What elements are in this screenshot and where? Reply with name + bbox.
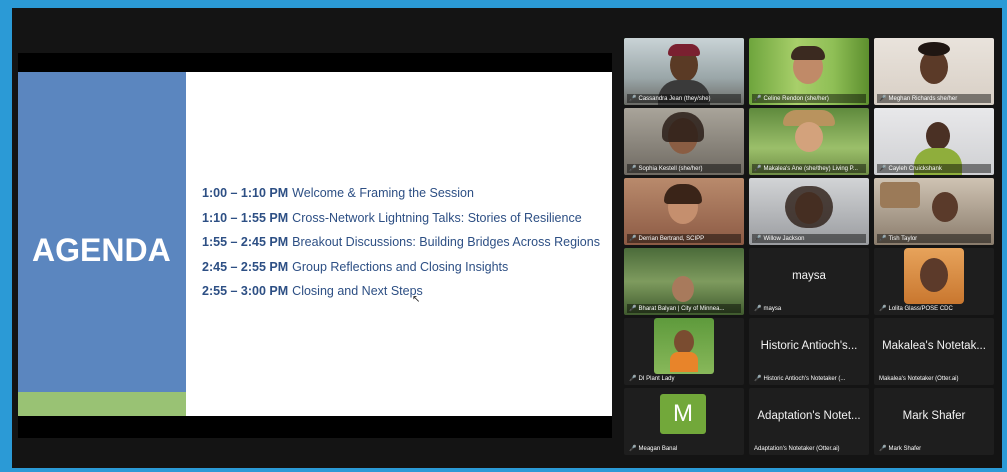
agenda-item: 1:55 – 2:45 PM Breakout Discussions: Buil… <box>202 235 612 260</box>
participant-name: 🎤 Historic Antioch's Notetaker (... <box>754 376 846 382</box>
mic-muted-icon: 🎤 <box>629 236 637 242</box>
mic-muted-icon: 🎤 <box>629 446 637 452</box>
participant-tile[interactable]: 🎤 Bharat Balyan | City of Minnea... <box>624 248 744 315</box>
mic-muted-icon: 🎤 <box>629 166 637 172</box>
agenda-time: 1:55 – 2:45 PM <box>202 235 289 249</box>
slide-green-bar <box>18 392 186 416</box>
participant-tile[interactable]: maysa 🎤 maysa <box>749 248 869 315</box>
participant-tile[interactable]: 🎤 Meghan Richards she/her <box>874 38 994 105</box>
participant-name: 🎤 Tish Taylor <box>877 234 991 243</box>
participant-face <box>926 122 950 150</box>
agenda-item: 2:55 – 3:00 PM Closing and Next Steps <box>202 284 612 309</box>
mic-muted-icon: 🎤 <box>879 166 887 172</box>
participant-tile[interactable]: 🎤 DI Plant Lady <box>624 318 744 385</box>
participant-tile[interactable]: 🎤 Celine Rendon (she/her) <box>749 38 869 105</box>
agenda-item: 2:45 – 2:55 PM Group Reflections and Clos… <box>202 260 612 285</box>
hair-shape <box>662 112 704 142</box>
participant-tile[interactable]: Historic Antioch's... 🎤 Historic Antioch'… <box>749 318 869 385</box>
participant-tile[interactable]: 🎤 Willow Jackson <box>749 178 869 245</box>
participant-tile[interactable]: 🎤 Sophia Kestell (she/her) <box>624 108 744 175</box>
participant-display-name: maysa <box>792 270 826 282</box>
agenda-text: Closing and Next Steps <box>292 284 423 298</box>
participant-name: 🎤 Cayleh Cruickshank <box>877 164 991 173</box>
participant-name: 🎤 Bharat Balyan | City of Minnea... <box>627 304 741 313</box>
mic-muted-icon: 🎤 <box>879 446 887 452</box>
hair-shape <box>791 46 825 60</box>
participant-display-name: Historic Antioch's... <box>760 340 858 352</box>
mic-muted-icon: 🎤 <box>754 96 762 102</box>
zoom-window: AGENDA 1:00 – 1:10 PM Welcome & Framing t… <box>12 8 1002 468</box>
participant-display-name: Makalea's Notetak... <box>882 340 986 352</box>
participant-name: 🎤 Lolita Glass/POSE CDC <box>879 306 953 312</box>
participant-avatar: M <box>660 394 706 434</box>
participant-face <box>795 122 823 152</box>
participant-name: 🎤 Celine Rendon (she/her) <box>752 94 866 103</box>
agenda-item: 1:00 – 1:10 PM Welcome & Framing the Sess… <box>202 186 612 211</box>
mouse-cursor-icon: ↖ <box>412 294 421 305</box>
agenda-text: Cross-Network Lightning Talks: Stories o… <box>292 210 582 225</box>
profile-photo <box>654 318 714 374</box>
participant-tile[interactable]: 🎤 Derrian Bertrand, SCIPP <box>624 178 744 245</box>
mic-muted-icon: 🎤 <box>879 236 887 242</box>
participant-name: 🎤 Makalea's Ane (she/they) Living P... <box>752 164 866 173</box>
participant-name: 🎤 Meghan Richards she/her <box>877 94 991 103</box>
agenda-time: 1:10 – 1:55 PM <box>202 210 289 225</box>
share-letterbox-top <box>18 53 612 72</box>
profile-photo <box>904 248 964 304</box>
participant-name: 🎤 Meagan Banal <box>629 446 678 452</box>
participant-tile[interactable]: 🎤 Cayleh Cruickshank <box>874 108 994 175</box>
participant-tile[interactable]: Mark Shafer 🎤 Mark Shafer <box>874 388 994 455</box>
slide-blue-panel: AGENDA <box>18 72 186 392</box>
mic-muted-icon: 🎤 <box>754 306 762 312</box>
agenda-list: 1:00 – 1:10 PM Welcome & Framing the Sess… <box>202 186 612 309</box>
agenda-text: Breakout Discussions: Building Bridges A… <box>292 235 600 249</box>
share-letterbox-bottom <box>18 416 612 438</box>
slide-title: AGENDA <box>32 232 171 268</box>
agenda-time: 2:55 – 3:00 PM <box>202 284 289 298</box>
participant-tile[interactable]: 🎤 Cassandra Jean (they/she) <box>624 38 744 105</box>
mic-muted-icon: 🎤 <box>879 306 887 312</box>
participant-display-name: Mark Shafer <box>902 410 966 422</box>
participant-tile[interactable]: Makalea's Notetak... Makalea's Notetaker… <box>874 318 994 385</box>
participant-name: 🎤 Mark Shafer <box>879 446 922 452</box>
participant-name: Makalea's Notetaker (Otter.ai) <box>879 376 959 382</box>
participant-tile[interactable]: 🎤 Tish Taylor <box>874 178 994 245</box>
mic-muted-icon: 🎤 <box>754 236 762 242</box>
participant-tile[interactable]: Adaptation's Notet... Adaptation's Notet… <box>749 388 869 455</box>
agenda-text: Welcome & Framing the Session <box>292 186 474 200</box>
participant-gallery: 🎤 Cassandra Jean (they/she) 🎤 Celine Rendo… <box>624 38 1002 458</box>
agenda-time: 1:00 – 1:10 PM <box>202 186 289 200</box>
mic-muted-icon: 🎤 <box>629 96 637 102</box>
mic-muted-icon: 🎤 <box>879 96 887 102</box>
participant-face <box>674 330 694 354</box>
participant-name: 🎤 Willow Jackson <box>752 234 866 243</box>
participant-face <box>920 258 948 292</box>
participant-name: 🎤 maysa <box>754 306 782 312</box>
cap-shape <box>668 44 700 56</box>
wall-art-shape <box>880 182 920 208</box>
shared-slide: AGENDA 1:00 – 1:10 PM Welcome & Framing t… <box>18 72 612 416</box>
mic-muted-icon: 🎤 <box>629 306 637 312</box>
participant-name: 🎤 Derrian Bertrand, SCIPP <box>627 234 741 243</box>
participant-display-name: Adaptation's Notet... <box>757 410 861 422</box>
participant-name: 🎤 Cassandra Jean (they/she) <box>627 94 741 103</box>
participant-name: 🎤 DI Plant Lady <box>629 376 675 382</box>
participant-tile[interactable]: 🎤 Lolita Glass/POSE CDC <box>874 248 994 315</box>
mic-muted-icon: 🎤 <box>754 166 762 172</box>
agenda-item: 1:10 – 1:55 PM Cross-Network Lightning Ta… <box>202 211 612 236</box>
participant-name: 🎤 Sophia Kestell (she/her) <box>627 164 741 173</box>
shoulders-shape <box>670 352 698 372</box>
mic-muted-icon: 🎤 <box>754 376 762 382</box>
hair-shape <box>918 42 950 56</box>
hair-shape <box>785 186 833 228</box>
participant-tile[interactable]: M 🎤 Meagan Banal <box>624 388 744 455</box>
hair-shape <box>664 184 702 204</box>
participant-tile[interactable]: 🎤 Makalea's Ane (she/they) Living P... <box>749 108 869 175</box>
agenda-time: 2:45 – 2:55 PM <box>202 259 289 274</box>
agenda-text: Group Reflections and Closing Insights <box>292 259 509 274</box>
participant-name: Adaptation's Notetaker (Otter.ai) <box>754 446 840 452</box>
participant-face <box>932 192 958 222</box>
participant-face <box>672 276 694 302</box>
mic-muted-icon: 🎤 <box>629 376 637 382</box>
